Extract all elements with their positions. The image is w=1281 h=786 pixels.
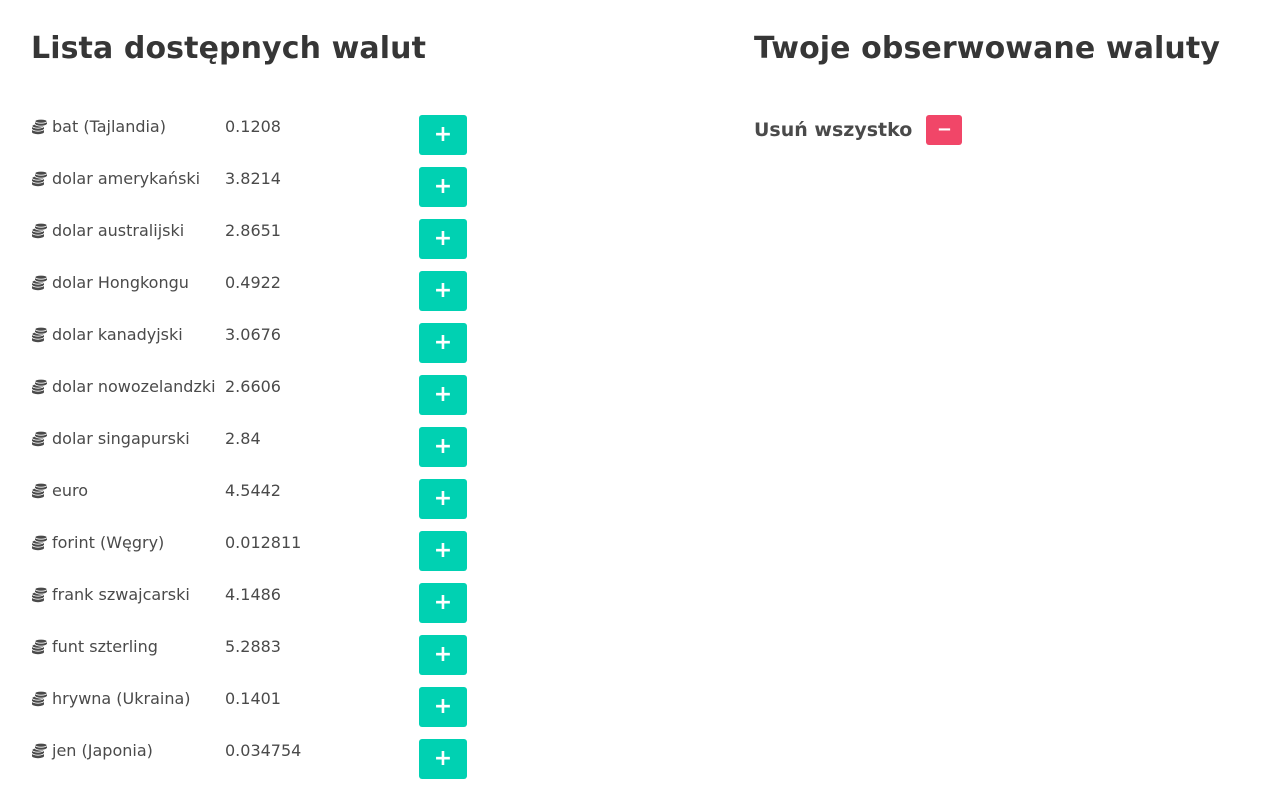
currency-row: euro 4.5442 + [31, 479, 481, 531]
coins-icon [31, 222, 48, 239]
add-currency-button[interactable]: + [419, 167, 467, 207]
currency-name: dolar kanadyjski [52, 325, 183, 344]
coins-icon [31, 534, 48, 551]
currency-rate: 5.2883 [225, 637, 281, 656]
currency-rate: 0.012811 [225, 533, 302, 552]
coins-icon [31, 482, 48, 499]
add-currency-button[interactable]: + [419, 375, 467, 415]
available-currencies-title: Lista dostępnych walut [31, 31, 427, 66]
coins-icon [31, 170, 48, 187]
currency-rate: 4.1486 [225, 585, 281, 604]
currency-name: dolar amerykański [52, 169, 201, 188]
coins-icon [31, 586, 48, 603]
currency-row: bat (Tajlandia) 0.1208 + [31, 115, 481, 167]
coins-icon [31, 742, 48, 759]
remove-all-button[interactable]: − [926, 115, 963, 145]
currency-name: euro [52, 481, 88, 500]
currency-name: jen (Japonia) [52, 741, 153, 760]
currency-rate: 2.8651 [225, 221, 281, 240]
currency-row: funt szterling 5.2883 + [31, 635, 481, 687]
add-currency-button[interactable]: + [419, 739, 467, 779]
remove-all-label: Usuń wszystko [754, 119, 913, 141]
currency-name: dolar australijski [52, 221, 185, 240]
add-currency-button[interactable]: + [419, 427, 467, 467]
currency-row: dolar Hongkongu 0.4922 + [31, 271, 481, 323]
currency-row: dolar nowozelandzki 2.6606 + [31, 375, 481, 427]
coins-icon [31, 118, 48, 135]
currency-list: bat (Tajlandia) 0.1208 + dolar amerykański 3… [31, 115, 481, 786]
add-currency-button[interactable]: + [419, 687, 467, 727]
currency-name: dolar singapurski [52, 429, 190, 448]
currency-name: funt szterling [52, 637, 158, 656]
currency-rate: 3.0676 [225, 325, 281, 344]
coins-icon [31, 274, 48, 291]
add-currency-button[interactable]: + [419, 323, 467, 363]
currency-name: frank szwajcarski [52, 585, 190, 604]
watched-currencies-title: Twoje obserwowane waluty [754, 31, 1220, 66]
add-currency-button[interactable]: + [419, 479, 467, 519]
add-currency-button[interactable]: + [419, 531, 467, 571]
coins-icon [31, 430, 48, 447]
add-currency-button[interactable]: + [419, 271, 467, 311]
coins-icon [31, 378, 48, 395]
currency-row: dolar singapurski 2.84 + [31, 427, 481, 479]
coins-icon [31, 690, 48, 707]
currency-row: frank szwajcarski 4.1486 + [31, 583, 481, 635]
currency-row: forint (Węgry) 0.012811 + [31, 531, 481, 583]
coins-icon [31, 638, 48, 655]
currency-row: dolar australijski 2.8651 + [31, 219, 481, 271]
add-currency-button[interactable]: + [419, 115, 467, 155]
currency-name: dolar nowozelandzki [52, 377, 216, 396]
currency-name: dolar Hongkongu [52, 273, 189, 292]
currency-rate: 0.1401 [225, 689, 281, 708]
page: Lista dostępnych walut bat (Tajlandia) 0.… [0, 0, 1281, 786]
currency-name: forint (Węgry) [52, 533, 165, 552]
currency-rate: 4.5442 [225, 481, 281, 500]
currency-name: bat (Tajlandia) [52, 117, 166, 136]
currency-rate: 2.84 [225, 429, 261, 448]
currency-row: dolar kanadyjski 3.0676 + [31, 323, 481, 375]
currency-row: dolar amerykański 3.8214 + [31, 167, 481, 219]
currency-rate: 0.034754 [225, 741, 302, 760]
currency-row: jen (Japonia) 0.034754 + [31, 739, 481, 786]
remove-all-row: Usuń wszystko − [754, 115, 963, 145]
add-currency-button[interactable]: + [419, 635, 467, 675]
currency-rate: 3.8214 [225, 169, 281, 188]
add-currency-button[interactable]: + [419, 219, 467, 259]
currency-rate: 2.6606 [225, 377, 281, 396]
coins-icon [31, 326, 48, 343]
add-currency-button[interactable]: + [419, 583, 467, 623]
currency-name: hrywna (Ukraina) [52, 689, 191, 708]
currency-rate: 0.1208 [225, 117, 281, 136]
currency-row: hrywna (Ukraina) 0.1401 + [31, 687, 481, 739]
currency-rate: 0.4922 [225, 273, 281, 292]
